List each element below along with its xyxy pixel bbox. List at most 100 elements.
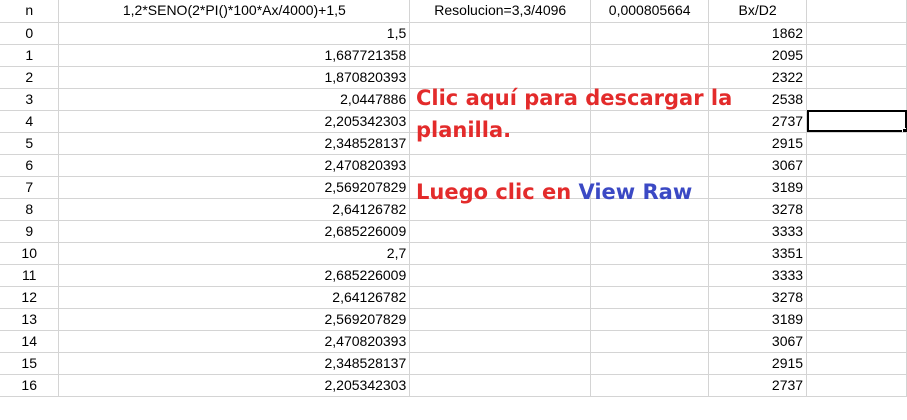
table-row: 1 1,687721358 2095: [0, 44, 907, 67]
cell-value[interactable]: 2,205342303: [58, 374, 411, 397]
empty-cell[interactable]: [590, 264, 710, 287]
empty-cell[interactable]: [409, 264, 592, 287]
cell-bx[interactable]: 3333: [708, 264, 808, 287]
cell-value[interactable]: 1,687721358: [58, 44, 411, 67]
cell-value[interactable]: 2,7: [58, 242, 411, 265]
cell-n[interactable]: 13: [0, 308, 60, 331]
cell-value[interactable]: 2,64126782: [58, 286, 411, 309]
empty-cell[interactable]: [806, 0, 907, 23]
cell-n[interactable]: 1: [0, 44, 60, 67]
empty-cell[interactable]: [409, 44, 592, 67]
empty-cell[interactable]: [590, 22, 710, 45]
empty-cell[interactable]: [409, 352, 592, 375]
empty-cell[interactable]: [590, 220, 710, 243]
empty-cell[interactable]: [806, 176, 907, 199]
empty-cell[interactable]: [806, 22, 907, 45]
cell-n[interactable]: 16: [0, 374, 60, 397]
cell-value[interactable]: 2,348528137: [58, 352, 411, 375]
cell-bx[interactable]: 3333: [708, 220, 808, 243]
header-cell-resolution-value[interactable]: 0,000805664: [590, 0, 710, 23]
view-raw-instruction: Luego clic en View Raw: [416, 176, 746, 208]
cell-n[interactable]: 4: [0, 110, 60, 133]
cell-n[interactable]: 10: [0, 242, 60, 265]
header-cell-formula[interactable]: 1,2*SENO(2*PI()*100*Ax/4000)+1,5: [58, 0, 411, 23]
selected-cell[interactable]: [806, 110, 907, 133]
table-row: 11 2,685226009 3333: [0, 264, 907, 287]
empty-cell[interactable]: [590, 44, 710, 67]
empty-cell[interactable]: [806, 286, 907, 309]
empty-cell[interactable]: [806, 352, 907, 375]
empty-cell[interactable]: [806, 198, 907, 221]
cell-value[interactable]: 1,870820393: [58, 66, 411, 89]
cell-bx[interactable]: 3067: [708, 330, 808, 353]
empty-cell[interactable]: [590, 286, 710, 309]
empty-cell[interactable]: [590, 330, 710, 353]
cell-value[interactable]: 2,348528137: [58, 132, 411, 155]
empty-cell[interactable]: [590, 374, 710, 397]
cell-bx[interactable]: 3278: [708, 286, 808, 309]
empty-cell[interactable]: [409, 308, 592, 331]
cell-n[interactable]: 8: [0, 198, 60, 221]
cell-bx[interactable]: 2737: [708, 374, 808, 397]
cell-n[interactable]: 11: [0, 264, 60, 287]
cell-n[interactable]: 3: [0, 88, 60, 111]
cell-bx[interactable]: 2095: [708, 44, 808, 67]
cell-bx[interactable]: 3351: [708, 242, 808, 265]
cell-value[interactable]: 1,5: [58, 22, 411, 45]
cell-n[interactable]: 14: [0, 330, 60, 353]
empty-cell[interactable]: [806, 308, 907, 331]
cell-value[interactable]: 2,569207829: [58, 308, 411, 331]
empty-cell[interactable]: [806, 132, 907, 155]
empty-cell[interactable]: [806, 242, 907, 265]
header-cell-n[interactable]: n: [0, 0, 60, 23]
header-row: n 1,2*SENO(2*PI()*100*Ax/4000)+1,5 Resol…: [0, 0, 907, 23]
empty-cell[interactable]: [409, 242, 592, 265]
cell-value[interactable]: 2,470820393: [58, 330, 411, 353]
empty-cell[interactable]: [409, 374, 592, 397]
empty-cell[interactable]: [409, 330, 592, 353]
cell-value[interactable]: 2,470820393: [58, 154, 411, 177]
table-row: 0 1,5 1862: [0, 22, 907, 45]
then-click-text: Luego clic en: [416, 180, 579, 204]
empty-cell[interactable]: [590, 308, 710, 331]
empty-cell[interactable]: [409, 220, 592, 243]
cell-value[interactable]: 2,685226009: [58, 220, 411, 243]
empty-cell[interactable]: [806, 374, 907, 397]
cell-n[interactable]: 6: [0, 154, 60, 177]
cell-n[interactable]: 0: [0, 22, 60, 45]
empty-cell[interactable]: [590, 352, 710, 375]
cell-n[interactable]: 7: [0, 176, 60, 199]
cell-value[interactable]: 2,64126782: [58, 198, 411, 221]
empty-cell[interactable]: [806, 330, 907, 353]
empty-cell[interactable]: [806, 66, 907, 89]
empty-cell[interactable]: [409, 286, 592, 309]
table-row: 12 2,64126782 3278: [0, 286, 907, 309]
empty-cell[interactable]: [806, 154, 907, 177]
fill-handle[interactable]: [902, 127, 906, 131]
cell-n[interactable]: 9: [0, 220, 60, 243]
empty-cell[interactable]: [409, 22, 592, 45]
cell-n[interactable]: 5: [0, 132, 60, 155]
empty-cell[interactable]: [590, 242, 710, 265]
header-cell-resolution[interactable]: Resolucion=3,3/4096: [409, 0, 592, 23]
download-link[interactable]: Clic aquí para descargar la planilla.: [416, 82, 746, 146]
cell-value[interactable]: 2,685226009: [58, 264, 411, 287]
cell-bx[interactable]: 3189: [708, 308, 808, 331]
download-overlay: Clic aquí para descargar la planilla. Lu…: [416, 82, 746, 208]
cell-n[interactable]: 15: [0, 352, 60, 375]
empty-cell[interactable]: [806, 220, 907, 243]
empty-cell[interactable]: [806, 88, 907, 111]
cell-n[interactable]: 2: [0, 66, 60, 89]
empty-cell[interactable]: [806, 264, 907, 287]
cell-bx[interactable]: 1862: [708, 22, 808, 45]
table-row: 14 2,470820393 3067: [0, 330, 907, 353]
cell-value[interactable]: 2,569207829: [58, 176, 411, 199]
cell-value[interactable]: 2,0447886: [58, 88, 411, 111]
cell-n[interactable]: 12: [0, 286, 60, 309]
header-cell-bx[interactable]: Bx/D2: [708, 0, 808, 23]
table-row: 10 2,7 3351: [0, 242, 907, 265]
cell-bx[interactable]: 2915: [708, 352, 808, 375]
table-row: 9 2,685226009 3333: [0, 220, 907, 243]
empty-cell[interactable]: [806, 44, 907, 67]
cell-value[interactable]: 2,205342303: [58, 110, 411, 133]
